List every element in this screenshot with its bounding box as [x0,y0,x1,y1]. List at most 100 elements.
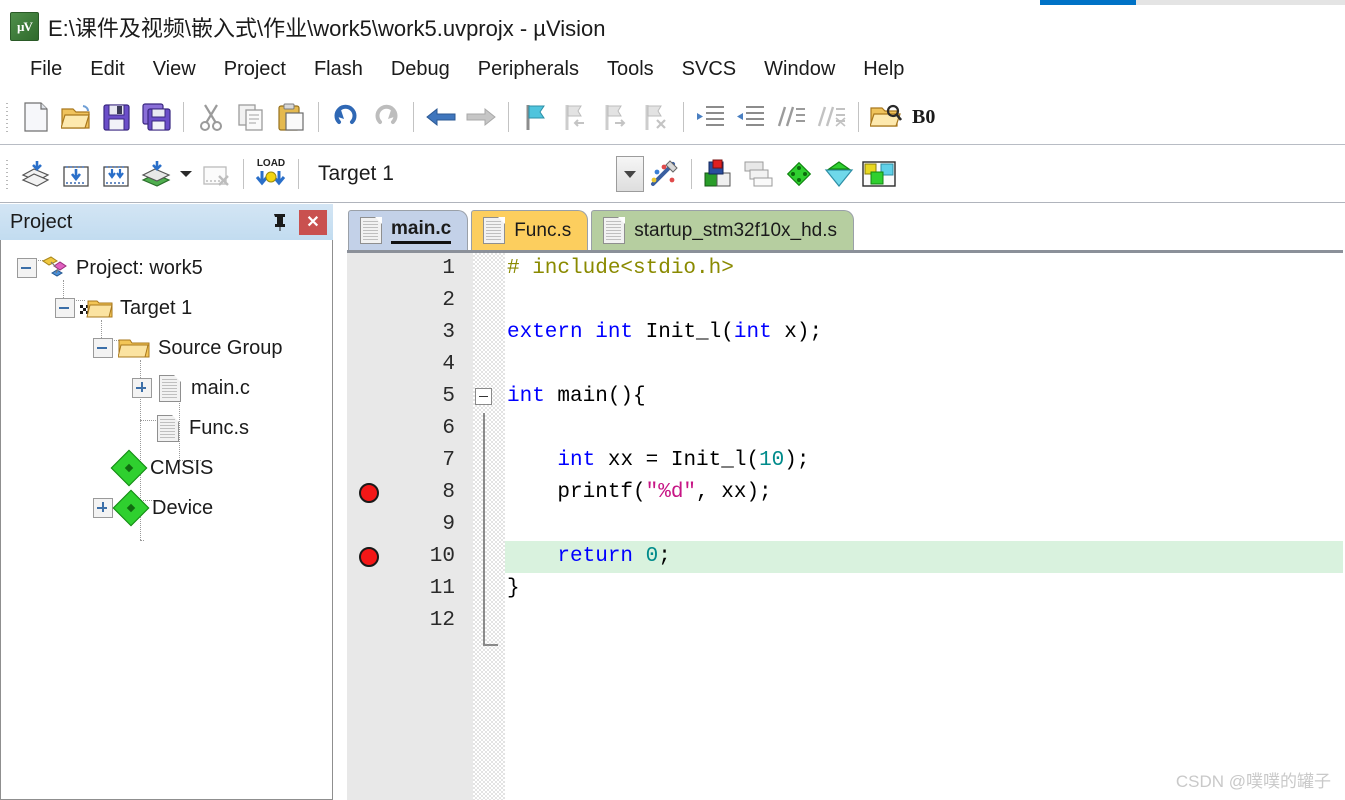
tab-startup-stm32f10x-hd-s[interactable]: startup_stm32f10x_hd.s [591,210,855,250]
code-text[interactable]: int xx = Init_l(10); [505,445,1345,477]
chevron-down-icon[interactable] [615,156,644,192]
save-icon[interactable] [96,97,136,137]
menu-flash[interactable]: Flash [300,55,377,84]
code-line[interactable]: 4 [347,349,1345,381]
tree-item-target[interactable]: Target 1 [1,288,332,328]
paste-icon[interactable] [271,97,311,137]
redo-icon[interactable] [366,97,406,137]
navigate-back-icon[interactable] [421,97,461,137]
menu-window[interactable]: Window [750,55,849,84]
tab-func-s[interactable]: Func.s [471,210,589,250]
copy-icon[interactable] [231,97,271,137]
menu-peripherals[interactable]: Peripherals [464,55,593,84]
build-icon[interactable] [56,154,96,194]
menu-view[interactable]: View [139,55,210,84]
menu-edit[interactable]: Edit [76,55,138,84]
tree-item-source-group[interactable]: Source Group [1,328,332,368]
code-text[interactable]: extern int Init_l(int x); [505,317,1345,349]
translate-icon[interactable] [16,154,56,194]
batch-build-icon[interactable] [136,154,176,194]
books-window-icon[interactable] [739,154,779,194]
save-all-icon[interactable] [136,97,176,137]
cut-icon[interactable] [191,97,231,137]
code-editor[interactable]: 1 # include<stdio.h> 2 3 extern int Init_l(i… [347,250,1345,800]
code-text[interactable] [505,349,1345,381]
code-text[interactable] [505,285,1345,317]
toolbar-separator [690,159,692,189]
functions-window-icon[interactable] [779,154,819,194]
bookmark-prev-icon[interactable] [556,97,596,137]
code-text[interactable] [505,509,1345,541]
menu-svcs[interactable]: SVCS [668,55,750,84]
menu-tools[interactable]: Tools [593,55,668,84]
tab-main-c[interactable]: main.c [348,210,469,250]
expander-minus-icon[interactable] [93,338,113,358]
indent-icon[interactable] [691,97,731,137]
expander-plus-icon[interactable] [93,498,113,518]
tree-item-device[interactable]: Device [1,488,332,528]
code-text[interactable]: int main(){ [505,381,1345,413]
undo-icon[interactable] [326,97,366,137]
code-line[interactable]: 10 return 0; [347,541,1345,573]
navigate-forward-icon[interactable] [461,97,501,137]
code-text[interactable] [505,605,1345,637]
close-icon[interactable]: ✕ [299,209,327,235]
download-icon[interactable]: LOAD [251,154,291,194]
code-text[interactable]: } [505,573,1345,605]
breakpoint-counter-label[interactable]: B0 [912,106,935,129]
target-options-icon[interactable] [644,154,684,194]
code-token: return [557,545,634,568]
code-text[interactable]: return 0; [505,541,1345,573]
code-line[interactable]: 6 [347,413,1345,445]
fold-collapse-icon[interactable] [475,388,492,405]
expander-minus-icon[interactable] [17,258,37,278]
bookmark-clear-icon[interactable] [636,97,676,137]
menu-help[interactable]: Help [849,55,918,84]
code-line[interactable]: 5 int main(){ [347,381,1345,413]
code-line[interactable]: 12 [347,605,1345,637]
project-tree[interactable]: Project: work5 Target 1 Source Group mai… [0,240,333,800]
code-token: } [507,577,520,600]
code-line[interactable]: 1 # include<stdio.h> [347,253,1345,285]
menu-debug[interactable]: Debug [377,55,464,84]
tree-item-func-s[interactable]: Func.s [1,408,332,448]
code-line[interactable]: 11} [347,573,1345,605]
stop-build-icon[interactable] [196,154,236,194]
code-line[interactable]: 8 printf("%d", xx); [347,477,1345,509]
bookmark-toggle-icon[interactable] [516,97,556,137]
batch-build-dropdown-icon[interactable] [176,154,196,194]
toolbar-grip[interactable] [3,99,12,135]
expander-minus-icon[interactable] [55,298,75,318]
uncomment-icon[interactable] [811,97,851,137]
tree-item-main-c[interactable]: main.c [1,368,332,408]
code-line[interactable]: 2 [347,285,1345,317]
folder-icon [117,335,151,361]
outdent-icon[interactable] [731,97,771,137]
find-in-files-icon[interactable] [866,97,906,137]
rebuild-icon[interactable] [96,154,136,194]
menu-file[interactable]: File [16,55,76,84]
code-line[interactable]: 3 extern int Init_l(int x); [347,317,1345,349]
project-panel-title: Project [10,210,73,233]
comment-icon[interactable] [771,97,811,137]
new-file-icon[interactable] [16,97,56,137]
toolbar-grip[interactable] [3,156,12,192]
templates-window-icon[interactable] [819,154,859,194]
line-number: 7 [442,449,455,472]
open-file-icon[interactable] [56,97,96,137]
menu-project[interactable]: Project [210,55,300,84]
code-line[interactable]: 9 [347,509,1345,541]
tree-item-cmsis[interactable]: CMSIS [1,448,332,488]
code-text[interactable]: printf("%d", xx); [505,477,1345,509]
code-line[interactable]: 7 int xx = Init_l(10); [347,445,1345,477]
expander-plus-icon[interactable] [132,378,152,398]
pin-icon[interactable] [268,210,290,234]
code-text[interactable]: # include<stdio.h> [505,253,1345,285]
manage-components-icon[interactable] [859,154,899,194]
code-lines: 1 # include<stdio.h> 2 3 extern int Init_l(i… [347,253,1345,800]
tree-item-project[interactable]: Project: work5 [1,248,332,288]
bookmark-next-icon[interactable] [596,97,636,137]
active-target-value[interactable]: Target 1 [318,162,394,186]
project-window-icon[interactable] [699,154,739,194]
code-text[interactable] [505,413,1345,445]
